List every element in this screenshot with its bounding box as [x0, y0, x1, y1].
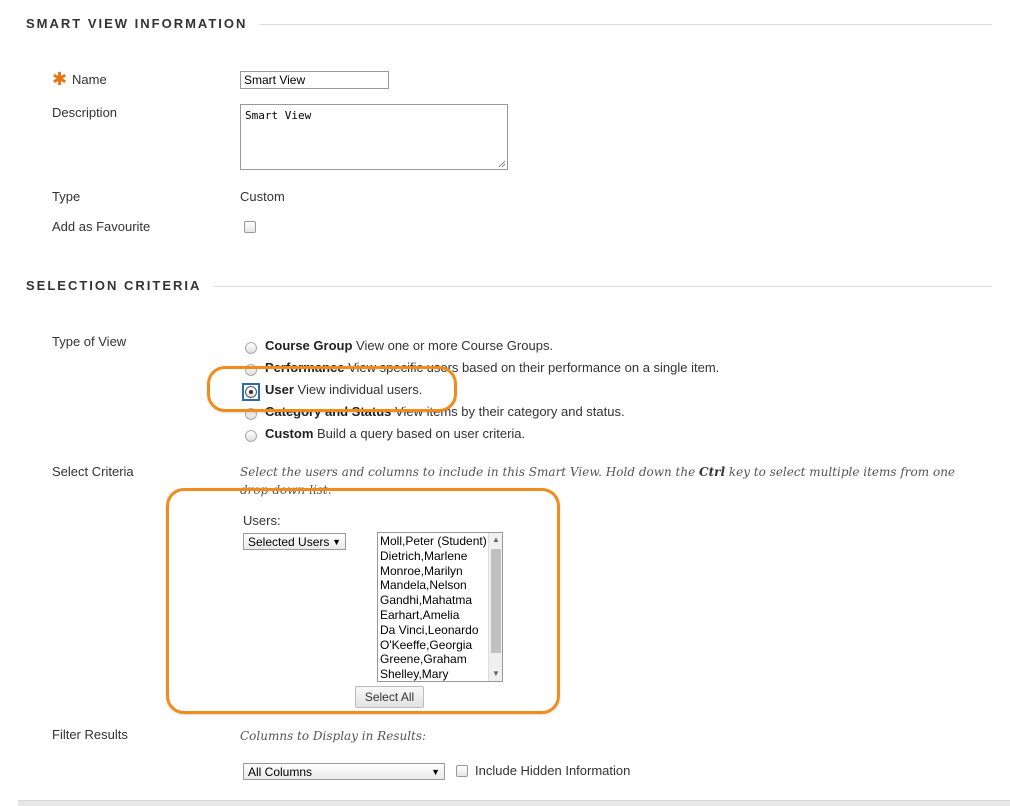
type-value: Custom	[240, 189, 285, 204]
columns-note: Columns to Display in Results:	[240, 729, 427, 743]
columns-select-value: All Columns	[248, 765, 313, 779]
description-label: Description	[52, 105, 118, 120]
name-input[interactable]	[240, 71, 389, 89]
name-label: Name	[72, 72, 107, 87]
resize-grip-icon[interactable]	[498, 160, 506, 168]
section-title-info: SMART VIEW INFORMATION	[26, 16, 260, 31]
description-textarea[interactable]: Smart View	[240, 104, 508, 170]
highlight-users-box	[166, 488, 560, 714]
option-title: Custom	[265, 426, 314, 441]
filter-results-label: Filter Results	[52, 727, 128, 742]
type-of-view-label: Type of View	[52, 334, 127, 349]
include-hidden-checkbox[interactable]	[456, 765, 468, 777]
radio-course-group[interactable]	[245, 342, 257, 354]
columns-select[interactable]: All Columns ▼	[243, 763, 445, 780]
favourite-checkbox[interactable]	[244, 221, 256, 233]
type-label: Type	[52, 189, 81, 204]
radio-custom[interactable]	[245, 430, 257, 442]
note-key: Ctrl	[699, 465, 726, 479]
triangle-down-icon: ▼	[431, 767, 440, 777]
option-title: Course Group	[265, 338, 353, 353]
select-criteria-label: Select Criteria	[52, 464, 134, 479]
option-desc: View one or more Course Groups.	[356, 338, 554, 353]
section-title-criteria: SELECTION CRITERIA	[26, 278, 214, 293]
highlight-user-option	[207, 366, 457, 412]
asterisk-icon: ✱	[52, 69, 68, 89]
option-desc: Build a query based on user criteria.	[317, 426, 526, 441]
bottom-bar	[18, 800, 1010, 806]
favourite-label: Add as Favourite	[52, 219, 151, 234]
note-text: Select the users and columns to include …	[240, 465, 700, 479]
include-hidden-label: Include Hidden Information	[475, 763, 631, 778]
